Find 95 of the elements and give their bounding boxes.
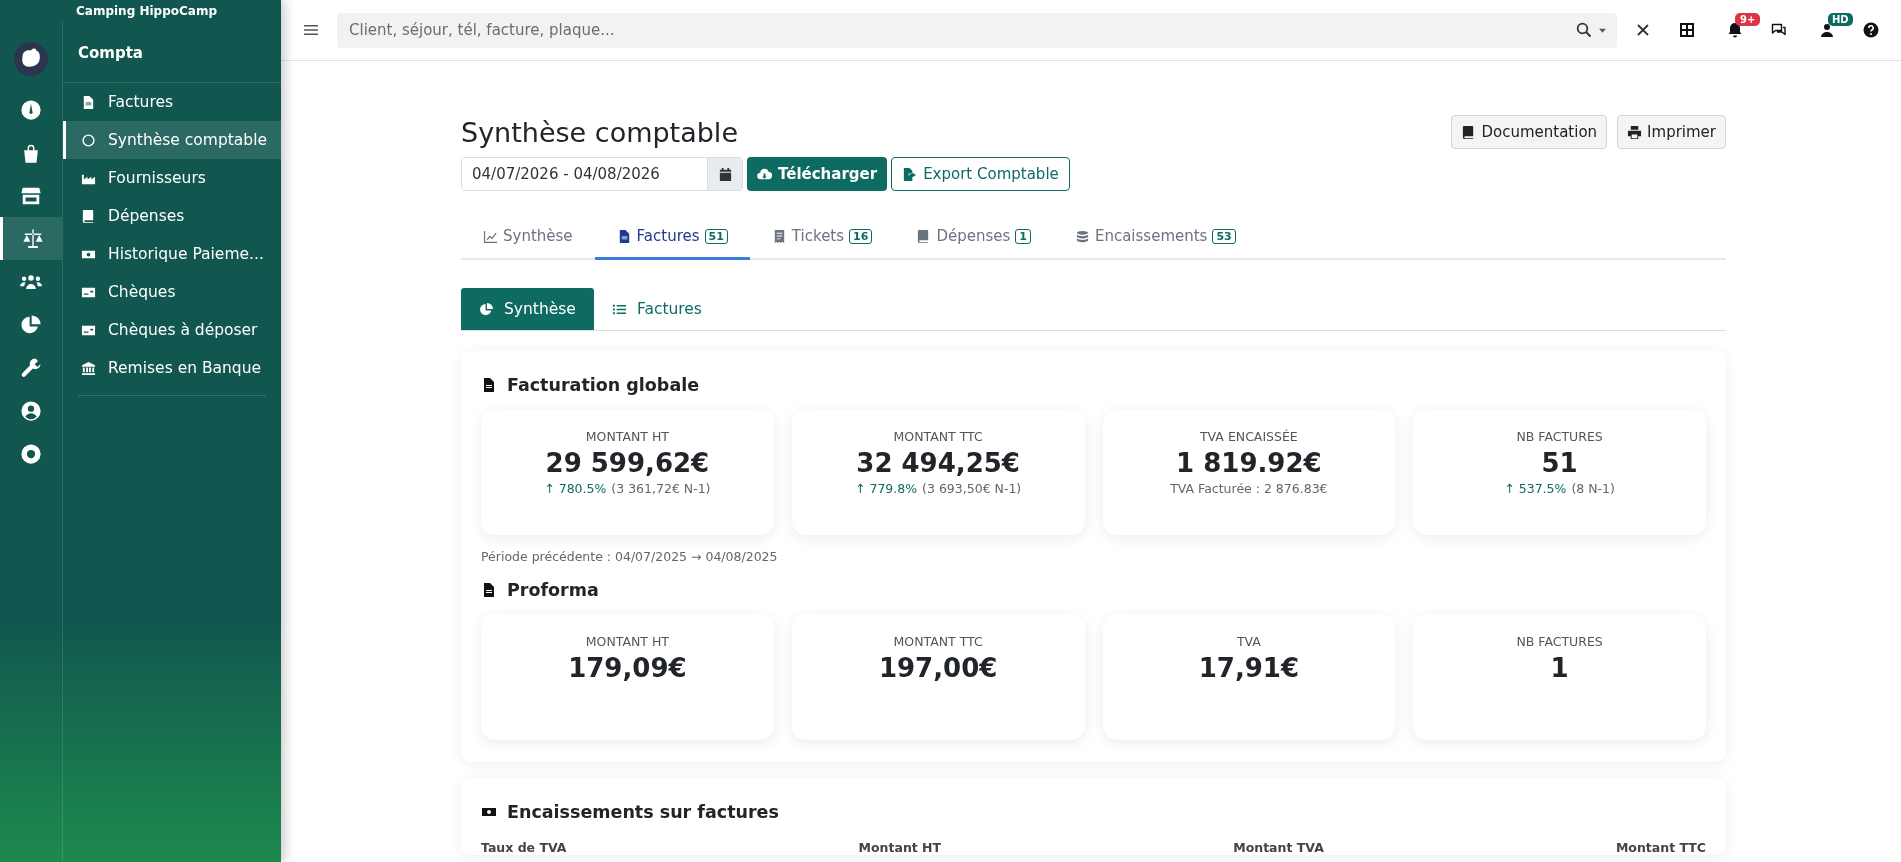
user-initials-badge: HD xyxy=(1828,13,1853,26)
book-icon xyxy=(81,208,96,224)
previous-value: (3 361,72€ N-1) xyxy=(611,481,711,496)
user-icon[interactable] xyxy=(1819,22,1835,38)
coins-icon xyxy=(1074,228,1090,244)
tab-label: Encaissements xyxy=(1094,227,1208,245)
calendar-icon[interactable] xyxy=(717,166,733,182)
tab[interactable]: Factures 51 xyxy=(594,215,750,260)
print-button[interactable]: Imprimer xyxy=(1617,115,1726,149)
gauge-icon xyxy=(20,98,42,121)
view-tab[interactable]: Synthèse xyxy=(461,288,594,330)
stat-label: TVA xyxy=(1235,634,1262,649)
printer-icon xyxy=(1627,124,1643,140)
download-button[interactable]: Télécharger xyxy=(747,157,888,191)
bell-icon[interactable] xyxy=(1727,22,1743,38)
column-header: Montant HT xyxy=(858,840,942,855)
stat-value: 179,09€ xyxy=(567,653,688,683)
wrench-icon xyxy=(20,356,42,379)
notification-badge: 9+ xyxy=(1735,13,1761,26)
change-percent: ↑ 537.5% xyxy=(1504,481,1567,496)
page-title: Synthèse comptable xyxy=(461,117,738,148)
tab-label: Synthèse xyxy=(503,227,573,245)
sidebar-item[interactable]: Chèques xyxy=(63,273,281,311)
stat-label: MONTANT TTC xyxy=(892,634,984,649)
pie-chart-icon xyxy=(479,301,494,317)
sidebar-item[interactable]: Remises en Banque xyxy=(63,349,281,387)
organization-name: Camping HippoCamp xyxy=(75,3,218,20)
section-title: Compta xyxy=(63,22,281,83)
line-chart-icon xyxy=(483,228,498,244)
search-icon[interactable] xyxy=(1576,22,1592,38)
export-button[interactable]: Export Comptable xyxy=(891,157,1070,191)
chat-icon[interactable] xyxy=(1771,22,1787,38)
sidebar-item[interactable]: Dépenses xyxy=(63,197,281,235)
document-icon xyxy=(481,377,497,393)
column-header: Taux de TVA xyxy=(481,840,567,855)
tab-label: Tickets xyxy=(791,227,845,245)
stat-label: MONTANT TTC xyxy=(892,429,984,444)
column-header: Montant TTC xyxy=(1615,840,1706,855)
stat-label: NB FACTURES xyxy=(1515,634,1604,649)
count-badge: 16 xyxy=(849,228,873,244)
count-badge: 53 xyxy=(1212,228,1236,244)
tab-label: Factures xyxy=(636,227,700,245)
bank-icon xyxy=(81,360,96,376)
sidebar-item[interactable]: Chèques à déposer xyxy=(63,311,281,349)
previous-value: (3 693,50€ N-1) xyxy=(922,481,1022,496)
tab[interactable]: Dépenses 1 xyxy=(894,215,1053,260)
rail-item[interactable] xyxy=(0,217,62,260)
documentation-button[interactable]: Documentation xyxy=(1451,115,1608,149)
stat-value: 1 819.92€ xyxy=(1175,448,1323,478)
menu-icon[interactable] xyxy=(303,22,319,38)
tab[interactable]: Tickets 16 xyxy=(749,215,895,260)
tab[interactable]: Synthèse xyxy=(461,215,595,260)
stat-value: 197,00€ xyxy=(877,653,999,683)
change-percent: ↑ 780.5% xyxy=(544,481,607,496)
sidebar-item[interactable]: Factures xyxy=(63,83,281,121)
stat-value: 17,91€ xyxy=(1197,653,1301,683)
close-icon[interactable] xyxy=(1635,22,1651,38)
tab[interactable]: Encaissements 53 xyxy=(1052,215,1258,260)
help-icon[interactable] xyxy=(1863,22,1879,38)
section-heading: Facturation globale xyxy=(507,375,700,395)
period-note: Période précédente : 04/07/2025 → 04/08/2025 xyxy=(481,549,779,564)
previous-value: (8 N-1) xyxy=(1571,481,1615,496)
section-heading: Encaissements sur factures xyxy=(507,802,779,822)
pie-chart-icon xyxy=(20,313,42,336)
stat-label: TVA ENCAISSÉE xyxy=(1198,429,1299,444)
user-icon xyxy=(20,399,42,422)
sidebar-item[interactable]: Historique Paieme... xyxy=(63,235,281,273)
date-range-field[interactable]: 04/07/2026 - 04/08/2026 xyxy=(461,157,743,191)
sidebar-item[interactable]: Synthèse comptable xyxy=(63,121,281,159)
column-header: Montant TVA xyxy=(1233,840,1324,855)
stat-label: NB FACTURES xyxy=(1515,429,1604,444)
search-input[interactable]: Client, séjour, tél, facture, plaque... xyxy=(347,20,1570,40)
document-icon xyxy=(481,582,497,598)
count-badge: 1 xyxy=(1015,228,1031,244)
cloud-download-icon xyxy=(757,166,772,182)
view-tab[interactable]: Factures xyxy=(593,288,720,330)
scale-icon xyxy=(21,227,44,250)
search-field[interactable]: Client, séjour, tél, facture, plaque... xyxy=(337,12,1617,48)
stat-label: MONTANT HT xyxy=(584,634,670,649)
file-export-icon xyxy=(902,166,918,182)
document-icon xyxy=(81,94,96,110)
hippo-logo-icon[interactable] xyxy=(14,42,48,76)
stat-value: 1 xyxy=(1549,653,1570,683)
count-badge: 51 xyxy=(704,228,728,244)
stat-value: 32 494,25€ xyxy=(855,448,1021,478)
section-heading: Proforma xyxy=(507,580,599,600)
stat-value: 29 599,62€ xyxy=(544,448,711,478)
grid-icon[interactable] xyxy=(1679,22,1695,38)
stat-label: MONTANT HT xyxy=(584,429,670,444)
stat-value: 51 xyxy=(1540,448,1579,478)
stat-detail: TVA Facturée : 2 876.83€ xyxy=(1169,481,1329,496)
sidebar-item[interactable]: Fournisseurs xyxy=(63,159,281,197)
change-percent: ↑ 779.8% xyxy=(855,481,918,496)
lifebuoy-icon xyxy=(20,442,42,465)
tab-label: Dépenses xyxy=(936,227,1011,245)
